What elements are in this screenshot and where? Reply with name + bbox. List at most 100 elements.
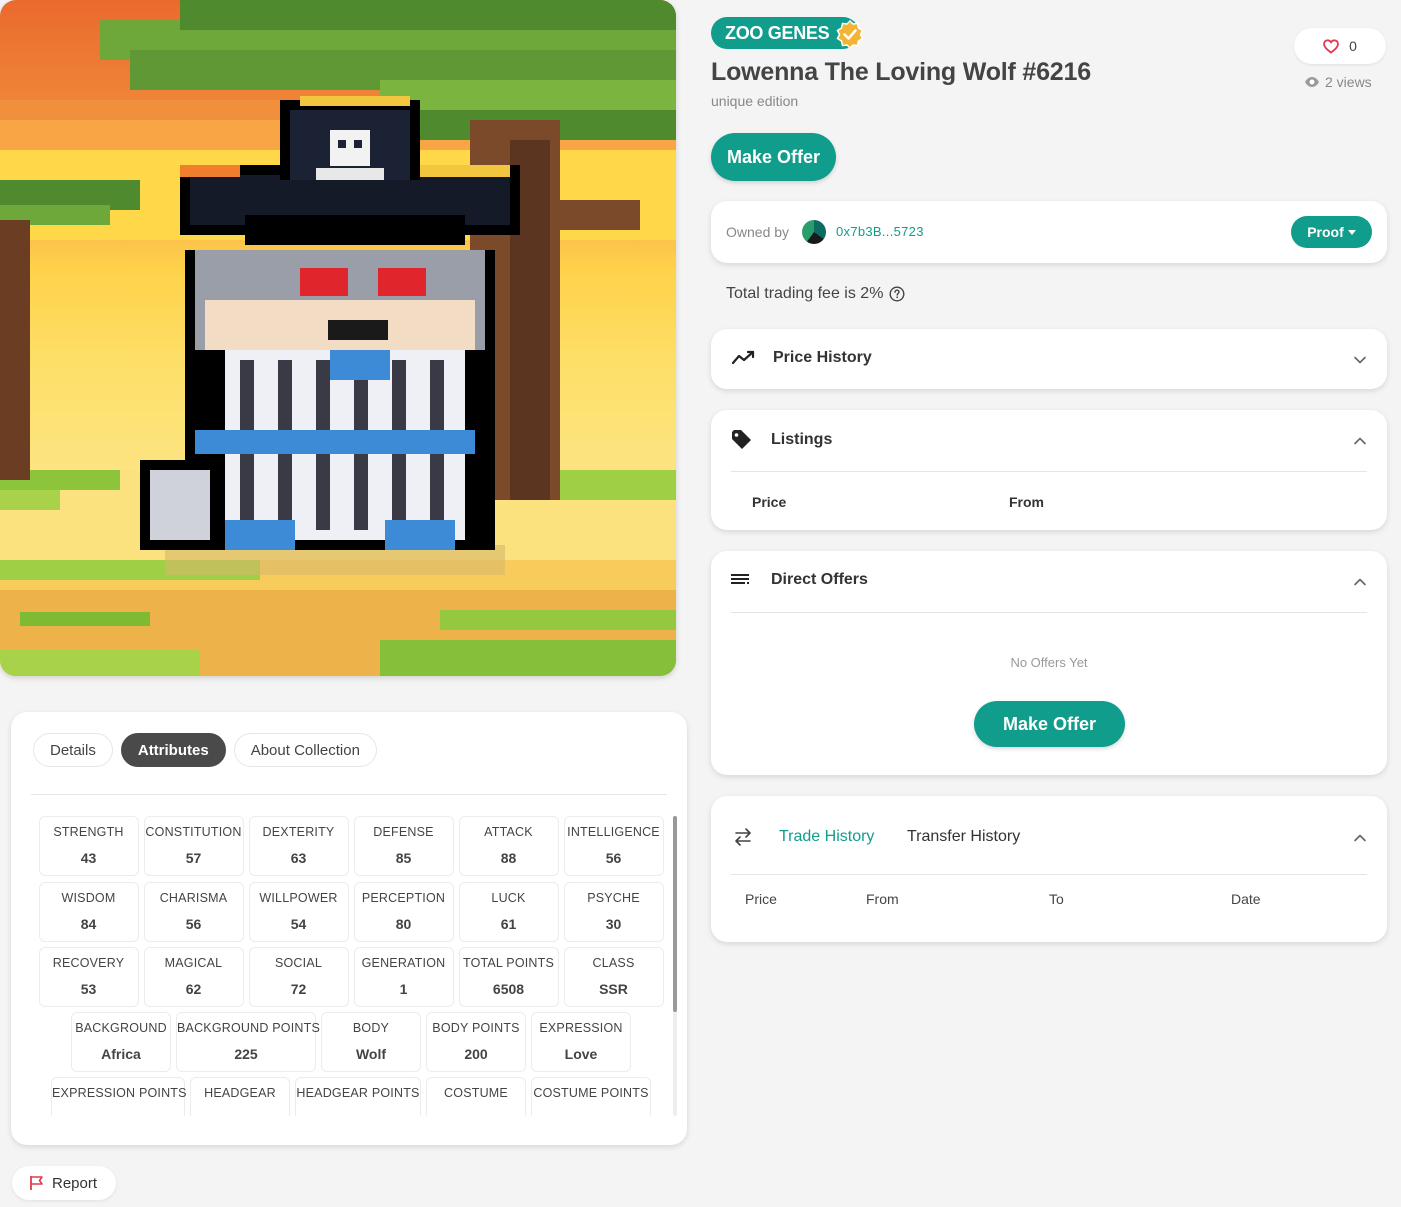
trading-fee-info: Total trading fee is 2% bbox=[726, 285, 905, 303]
attribute-name: BACKGROUND POINTS bbox=[177, 1021, 320, 1035]
direct-offers-header[interactable]: Direct Offers bbox=[731, 571, 1367, 589]
attribute-card[interactable]: SOCIAL 72 bbox=[248, 947, 349, 1007]
chevron-up-icon[interactable] bbox=[1353, 831, 1367, 845]
like-button[interactable]: 0 bbox=[1294, 28, 1386, 64]
tab-attributes[interactable]: Attributes bbox=[120, 733, 226, 767]
attribute-row: BACKGROUND Africa BACKGROUND POINTS 225 BODY… bbox=[31, 1012, 671, 1072]
make-offer-button-secondary[interactable]: Make Offer bbox=[974, 701, 1125, 747]
view-count: 2 views bbox=[1304, 74, 1372, 90]
make-offer-button[interactable]: Make Offer bbox=[711, 133, 836, 181]
swap-arrows-icon bbox=[735, 828, 751, 846]
attribute-name: HEADGEAR bbox=[204, 1086, 276, 1100]
listings-col-price: Price bbox=[752, 494, 787, 510]
attribute-card[interactable]: PSYCHE 30 bbox=[563, 882, 664, 942]
attribute-name: LUCK bbox=[491, 891, 526, 905]
attribute-value: 6508 bbox=[492, 981, 525, 997]
attribute-row: WISDOM 84 CHARISMA 56 WILLPOWER 54 PERCEPTION 8… bbox=[31, 882, 671, 942]
collection-name: ZOO GENES bbox=[725, 22, 830, 43]
attribute-name: CONSTITUTION bbox=[145, 825, 242, 839]
attribute-name: BODY POINTS bbox=[432, 1021, 520, 1035]
attribute-card[interactable]: MAGICAL 62 bbox=[143, 947, 244, 1007]
attribute-name: PSYCHE bbox=[587, 891, 640, 905]
heart-icon bbox=[1323, 38, 1339, 54]
attribute-card[interactable]: BACKGROUND POINTS 225 bbox=[176, 1012, 320, 1072]
attribute-card[interactable]: PERCEPTION 80 bbox=[353, 882, 454, 942]
tab-details[interactable]: Details bbox=[33, 733, 113, 767]
attribute-card[interactable]: DEXTERITY 63 bbox=[248, 816, 349, 876]
attribute-card[interactable]: DEFENSE 85 bbox=[353, 816, 454, 876]
verified-badge-icon bbox=[836, 20, 864, 48]
attribute-name: MAGICAL bbox=[164, 956, 223, 970]
report-button[interactable]: Report bbox=[12, 1166, 116, 1200]
owner-avatar[interactable] bbox=[802, 220, 826, 244]
attribute-card[interactable]: HEADGEAR POINTS bbox=[295, 1077, 421, 1116]
attribute-card[interactable]: ATTACK 88 bbox=[458, 816, 559, 876]
attribute-value: 62 bbox=[185, 981, 202, 997]
attribute-card[interactable]: COSTUME bbox=[426, 1077, 526, 1116]
proof-dropdown-button[interactable]: Proof bbox=[1291, 216, 1372, 248]
like-count: 0 bbox=[1349, 38, 1357, 54]
attribute-row: RECOVERY 53 MAGICAL 62 SOCIAL 72 GENERATION 1 TO… bbox=[31, 947, 671, 1007]
attribute-card[interactable]: RECOVERY 53 bbox=[38, 947, 139, 1007]
history-divider bbox=[731, 874, 1367, 875]
attributes-scrollbar[interactable] bbox=[673, 816, 677, 1116]
attribute-name: RECOVERY bbox=[52, 956, 125, 970]
attribute-value: 53 bbox=[80, 981, 97, 997]
help-icon[interactable] bbox=[889, 286, 905, 302]
listings-header[interactable]: Listings bbox=[731, 430, 1367, 450]
attribute-name: EXPRESSION POINTS bbox=[52, 1086, 187, 1100]
attribute-card[interactable]: GENERATION 1 bbox=[353, 947, 454, 1007]
attribute-card[interactable]: WILLPOWER 54 bbox=[248, 882, 349, 942]
attribute-card[interactable]: CONSTITUTION 57 bbox=[143, 816, 244, 876]
attribute-name: COSTUME POINTS bbox=[533, 1086, 649, 1100]
attribute-card[interactable]: LUCK 61 bbox=[458, 882, 559, 942]
chevron-up-icon[interactable] bbox=[1353, 575, 1367, 589]
attributes-panel: Details Attributes About Collection STRE… bbox=[11, 712, 687, 1145]
attribute-card[interactable]: CLASS SSR bbox=[563, 947, 664, 1007]
tabs-divider bbox=[31, 794, 667, 795]
tab-transfer-history[interactable]: Transfer History bbox=[907, 828, 1020, 846]
attribute-card[interactable]: WISDOM 84 bbox=[38, 882, 139, 942]
nft-artwork[interactable] bbox=[0, 0, 676, 676]
chevron-up-icon[interactable] bbox=[1353, 434, 1367, 448]
attribute-card[interactable]: CHARISMA 56 bbox=[143, 882, 244, 942]
price-history-header[interactable]: Price History bbox=[731, 349, 1367, 367]
nft-image bbox=[0, 0, 676, 676]
chevron-down-icon[interactable] bbox=[1353, 353, 1367, 367]
tab-trade-history[interactable]: Trade History bbox=[779, 828, 874, 846]
attribute-card[interactable]: INTELLIGENCE 56 bbox=[563, 816, 664, 876]
attribute-value: Love bbox=[564, 1046, 598, 1062]
attribute-value: 61 bbox=[500, 916, 517, 932]
attribute-card[interactable]: BODY Wolf bbox=[321, 1012, 421, 1072]
attribute-card[interactable]: BACKGROUND Africa bbox=[71, 1012, 171, 1072]
attribute-card[interactable]: STRENGTH 43 bbox=[38, 816, 139, 876]
attribute-name: STRENGTH bbox=[53, 825, 124, 839]
attribute-value: Wolf bbox=[355, 1046, 387, 1062]
attribute-value: SSR bbox=[599, 981, 628, 997]
detail-tabs: Details Attributes About Collection bbox=[33, 733, 377, 767]
caret-down-icon bbox=[1347, 229, 1356, 235]
attribute-value: 1 bbox=[399, 981, 408, 997]
attribute-name: DEFENSE bbox=[373, 825, 434, 839]
owner-address-link[interactable]: 0x7b3B...5723 bbox=[836, 224, 924, 239]
listings-col-from: From bbox=[1009, 494, 1044, 510]
price-history-title: Price History bbox=[773, 349, 872, 366]
attribute-card[interactable]: TOTAL POINTS 6508 bbox=[458, 947, 559, 1007]
attribute-value: 85 bbox=[395, 850, 412, 866]
attribute-name: DEXTERITY bbox=[262, 825, 335, 839]
direct-offers-title: Direct Offers bbox=[771, 571, 868, 588]
attribute-card[interactable]: BODY POINTS 200 bbox=[426, 1012, 526, 1072]
views-text: 2 views bbox=[1325, 74, 1372, 90]
price-history-panel[interactable]: Price History bbox=[711, 329, 1387, 389]
attributes-grid[interactable]: STRENGTH 43 CONSTITUTION 57 DEXTERITY 63 DEFEN… bbox=[31, 816, 671, 1116]
list-icon bbox=[731, 574, 749, 584]
attribute-card[interactable]: EXPRESSION POINTS bbox=[51, 1077, 187, 1116]
attribute-value: 63 bbox=[290, 850, 307, 866]
attribute-card[interactable]: EXPRESSION Love bbox=[531, 1012, 631, 1072]
scrollbar-thumb[interactable] bbox=[673, 816, 677, 1012]
tab-about-collection[interactable]: About Collection bbox=[233, 733, 377, 767]
attribute-card[interactable]: COSTUME POINTS bbox=[531, 1077, 651, 1116]
attribute-name: EXPRESSION bbox=[539, 1021, 623, 1035]
attribute-card[interactable]: HEADGEAR bbox=[190, 1077, 290, 1116]
attribute-name: HEADGEAR POINTS bbox=[296, 1086, 420, 1100]
